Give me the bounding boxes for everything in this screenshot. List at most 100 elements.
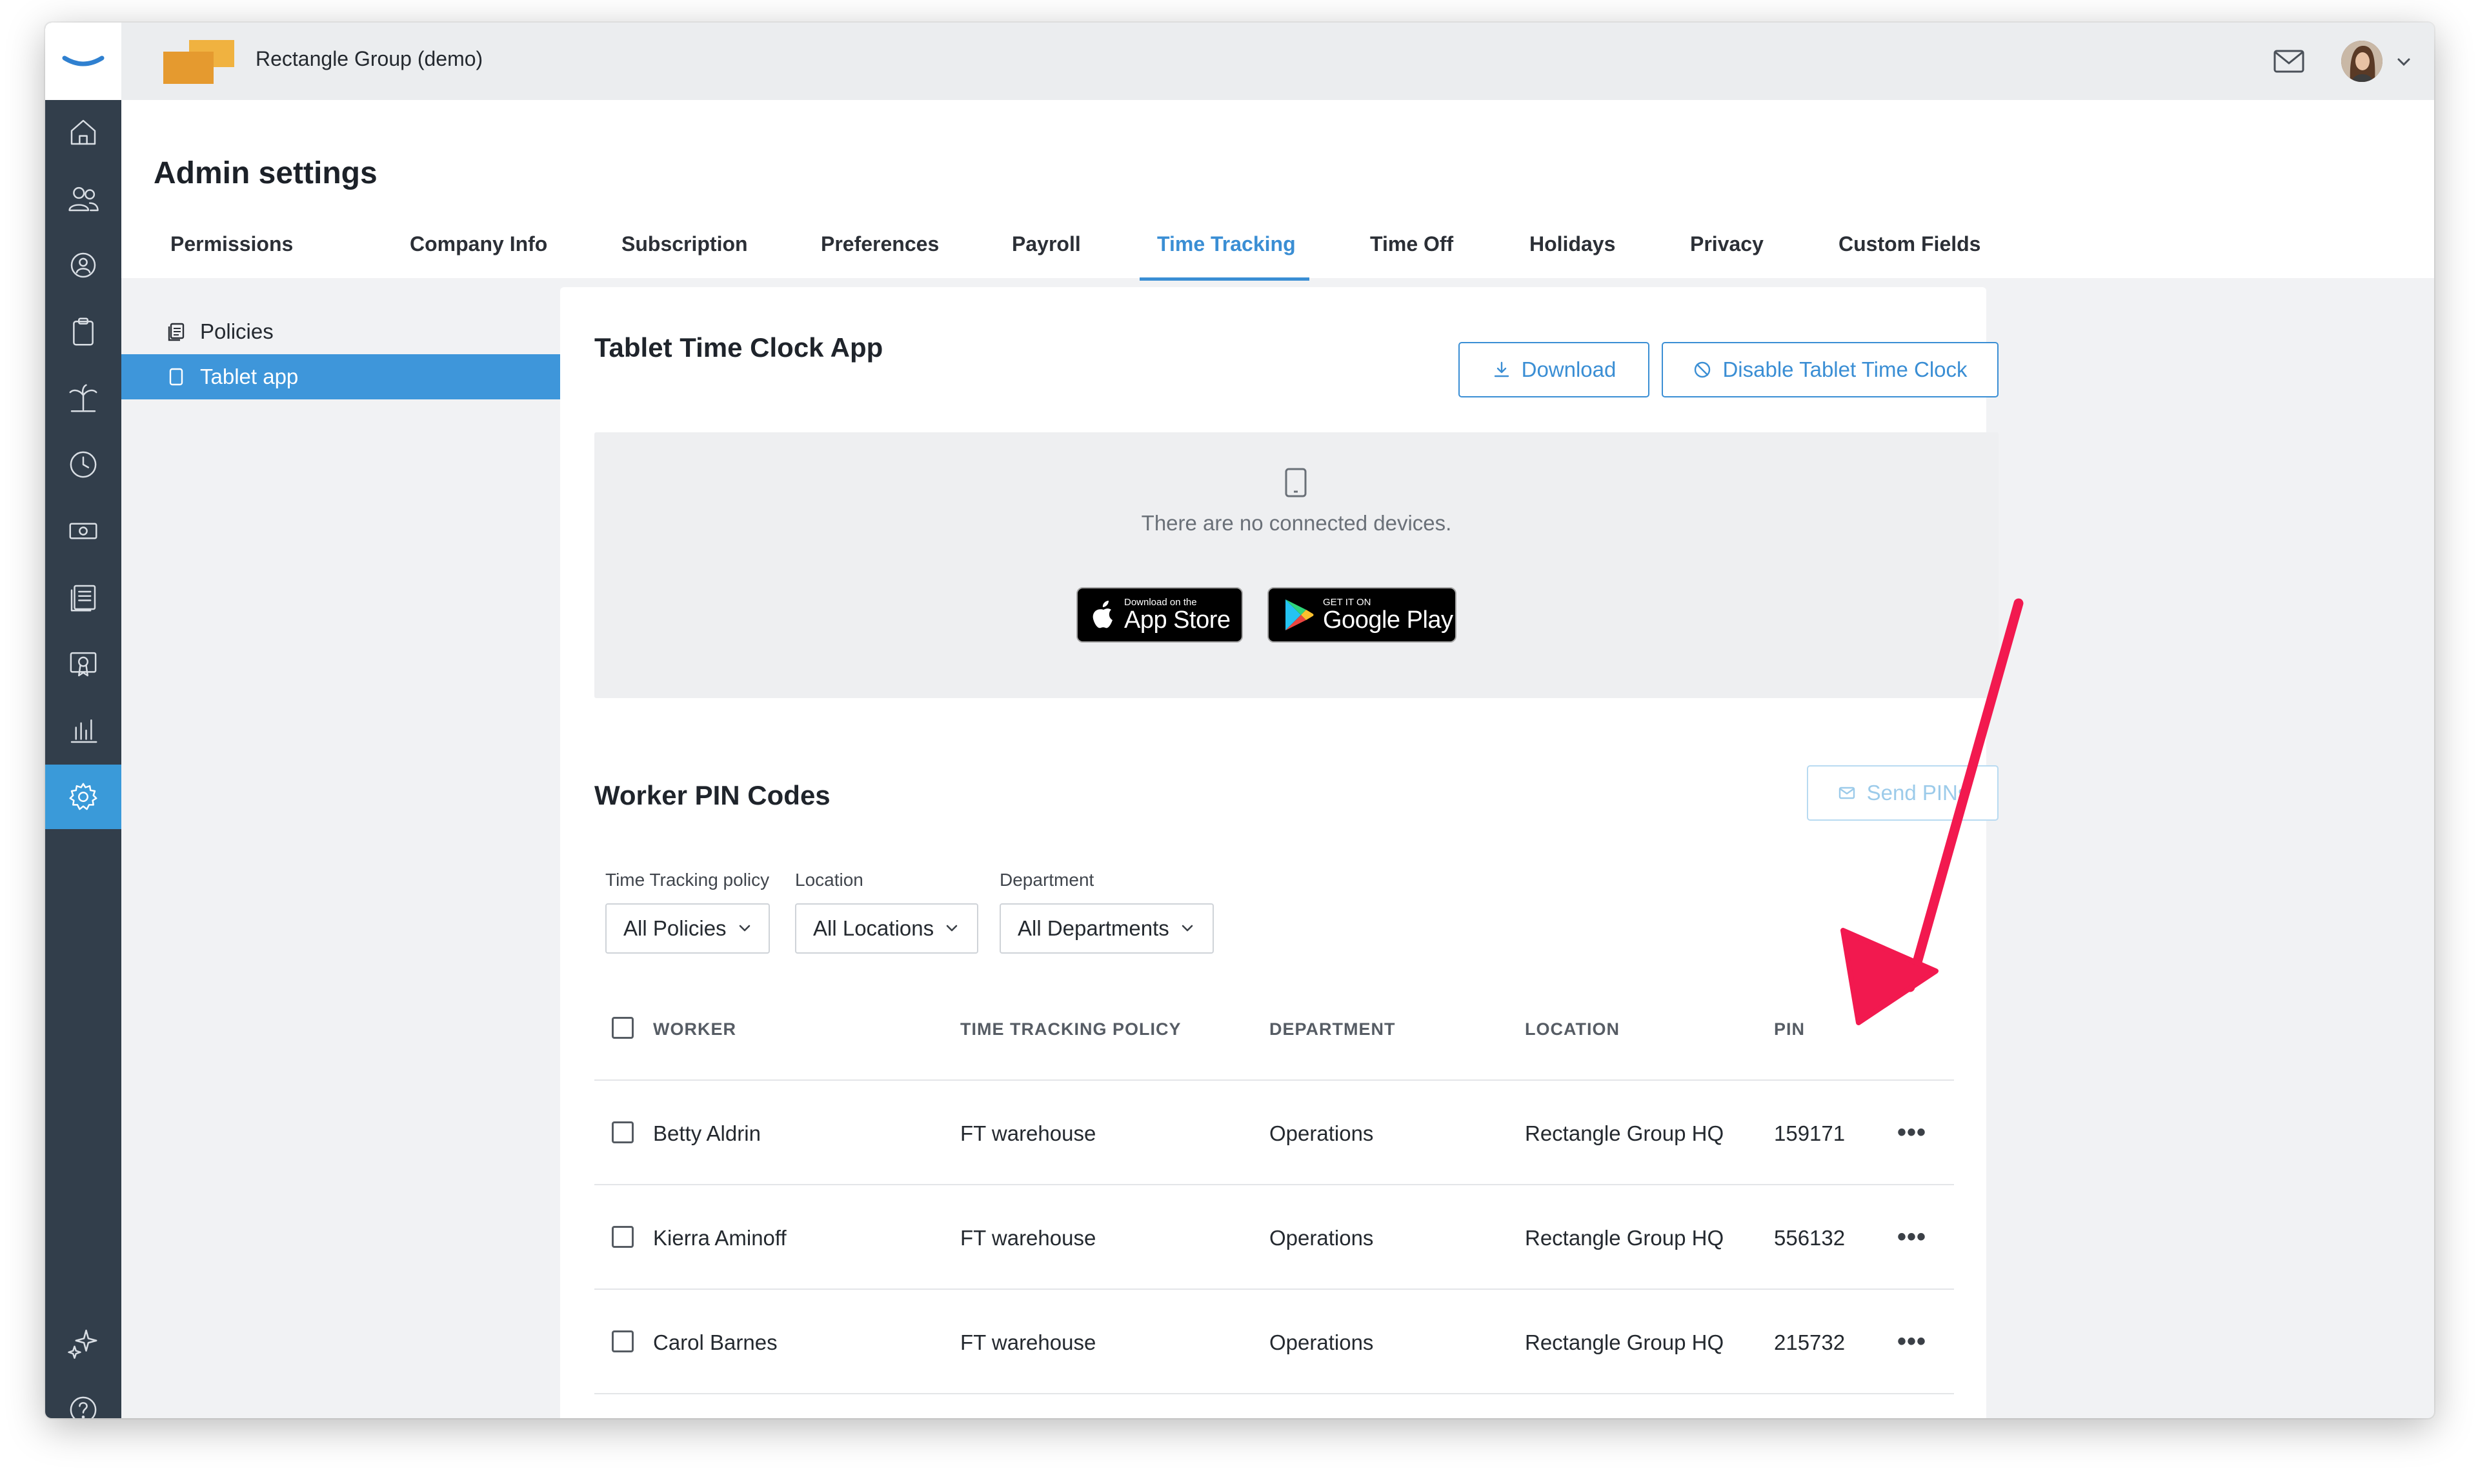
- pin-section-title: Worker PIN Codes: [594, 780, 831, 810]
- sidebar-tasks[interactable]: [45, 299, 121, 364]
- sidebar-time-off[interactable]: [45, 366, 121, 430]
- worker-location: Rectangle Group HQ: [1525, 1121, 1724, 1145]
- tab-payroll[interactable]: Payroll: [1012, 232, 1081, 270]
- subnav-tablet-app[interactable]: Tablet app: [121, 354, 572, 399]
- sidebar-help[interactable]: [45, 1378, 121, 1418]
- column-worker[interactable]: WORKER: [653, 1019, 736, 1039]
- policy-filter-value: All Policies: [623, 916, 727, 940]
- people-icon: [68, 186, 99, 212]
- google-play-badge[interactable]: GET IT ON Google Play: [1267, 587, 1456, 643]
- worker-policy: FT warehouse: [960, 1330, 1096, 1354]
- worker-pin: 215732: [1774, 1330, 1846, 1354]
- smile-logo-icon: [62, 55, 105, 66]
- sidebar-reports[interactable]: [45, 698, 121, 763]
- org-name[interactable]: Rectangle Group (demo): [256, 47, 483, 71]
- location-filter-select[interactable]: All Locations: [795, 903, 978, 954]
- disable-tablet-clock-button[interactable]: Disable Tablet Time Clock: [1662, 342, 1999, 397]
- avatar[interactable]: [2341, 41, 2382, 82]
- send-pins-label: Send PINs: [1866, 781, 1969, 805]
- worker-department: Operations: [1269, 1330, 1374, 1354]
- block-icon: [1695, 361, 1711, 378]
- sidebar-settings[interactable]: [45, 765, 121, 829]
- sidebar-time-tracking[interactable]: [45, 432, 121, 497]
- documents-icon: [70, 585, 96, 612]
- active-tab-indicator: [1140, 277, 1309, 281]
- table-divider: [594, 1184, 1954, 1185]
- row-more-menu[interactable]: •••: [1897, 1224, 1926, 1250]
- row-more-menu[interactable]: •••: [1897, 1119, 1926, 1145]
- tab-preferences[interactable]: Preferences: [821, 232, 939, 270]
- tablet-device-icon: [1285, 468, 1307, 497]
- worker-name: Carol Barnes: [653, 1330, 778, 1354]
- bar-chart-icon: [70, 719, 97, 743]
- download-button[interactable]: Download: [1458, 342, 1649, 397]
- department-filter-value: All Departments: [1018, 916, 1169, 940]
- sidebar-documents[interactable]: [45, 565, 121, 630]
- worker-location: Rectangle Group HQ: [1525, 1330, 1724, 1354]
- app-store-big-text: App Store: [1124, 607, 1231, 634]
- tab-subscription[interactable]: Subscription: [621, 232, 748, 270]
- person-search-icon: [70, 252, 96, 278]
- row-more-menu[interactable]: •••: [1897, 1329, 1926, 1354]
- table-divider: [594, 1079, 1954, 1081]
- sidebar-people[interactable]: [45, 166, 121, 231]
- app-store-badge[interactable]: Download on the App Store: [1076, 587, 1243, 643]
- app-logo[interactable]: [45, 23, 121, 100]
- sidebar-training[interactable]: [45, 632, 121, 696]
- tab-time-off[interactable]: Time Off: [1370, 232, 1453, 270]
- tab-permissions[interactable]: Permissions: [170, 232, 293, 270]
- tab-company-info[interactable]: Company Info: [410, 232, 547, 270]
- certificate-icon: [70, 652, 97, 677]
- column-location[interactable]: LOCATION: [1525, 1019, 1620, 1039]
- column-department[interactable]: DEPARTMENT: [1269, 1019, 1396, 1039]
- worker-department: Operations: [1269, 1121, 1374, 1145]
- table-divider: [594, 1393, 1954, 1394]
- row-checkbox[interactable]: [612, 1226, 634, 1248]
- department-filter-select[interactable]: All Departments: [1000, 903, 1214, 954]
- sidebar-whats-new[interactable]: [45, 1310, 121, 1374]
- worker-location: Rectangle Group HQ: [1525, 1226, 1724, 1250]
- subnav-policies-label: Policies: [200, 319, 274, 343]
- tab-holidays[interactable]: Holidays: [1529, 232, 1615, 270]
- row-checkbox[interactable]: [612, 1330, 634, 1352]
- sidebar-home[interactable]: [45, 100, 121, 165]
- policy-filter-label: Time Tracking policy: [605, 870, 770, 890]
- subnav-policies[interactable]: Policies: [121, 309, 572, 354]
- tab-privacy[interactable]: Privacy: [1690, 232, 1764, 270]
- location-filter-label: Location: [795, 870, 863, 890]
- disable-tablet-clock-label: Disable Tablet Time Clock: [1722, 357, 1968, 381]
- worker-pin: 159171: [1774, 1121, 1846, 1145]
- page-title: Admin settings: [154, 156, 378, 190]
- worker-department: Operations: [1269, 1226, 1374, 1250]
- tab-custom-fields[interactable]: Custom Fields: [1838, 232, 1980, 270]
- chevron-down-icon: [1182, 925, 1193, 932]
- table-divider: [594, 1288, 1954, 1290]
- subnav-tablet-app-label: Tablet app: [200, 365, 299, 388]
- settings-header: Admin settings Permissions Company Info …: [121, 100, 2434, 281]
- policy-filter-select[interactable]: All Policies: [605, 903, 770, 954]
- tablet-icon: [169, 368, 183, 386]
- clipboard-icon: [73, 317, 94, 346]
- worker-policy: FT warehouse: [960, 1121, 1096, 1145]
- tab-time-tracking[interactable]: Time Tracking: [1157, 232, 1296, 270]
- palm-tree-icon: [69, 384, 97, 412]
- chevron-down-icon: [739, 925, 750, 932]
- google-play-big-text: Google Play: [1323, 607, 1453, 634]
- worker-pin: 556132: [1774, 1226, 1846, 1250]
- mail-icon[interactable]: [2273, 47, 2305, 75]
- sidebar-directory[interactable]: [45, 233, 121, 297]
- location-filter-value: All Locations: [813, 916, 934, 940]
- policies-icon: [168, 323, 185, 341]
- row-checkbox[interactable]: [612, 1121, 634, 1143]
- top-bar: Rectangle Group (demo): [121, 23, 2434, 100]
- column-pin[interactable]: PIN: [1774, 1019, 1805, 1039]
- send-pins-button[interactable]: Send PINs: [1807, 765, 1999, 821]
- worker-name: Kierra Aminoff: [653, 1226, 787, 1250]
- help-icon: [70, 1396, 97, 1418]
- mail-icon: [1838, 787, 1855, 799]
- select-all-checkbox[interactable]: [612, 1017, 634, 1039]
- chevron-down-icon[interactable]: [2395, 54, 2412, 70]
- column-time-tracking-policy[interactable]: TIME TRACKING POLICY: [960, 1019, 1182, 1039]
- tablet-section-title: Tablet Time Clock App: [594, 332, 883, 363]
- sidebar-payroll[interactable]: [45, 499, 121, 563]
